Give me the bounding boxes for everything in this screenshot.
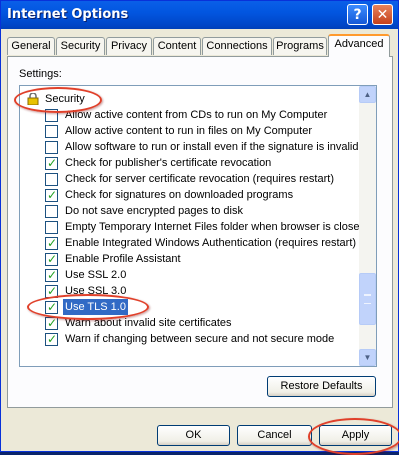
setting-row[interactable]: ✓ Enable Profile Assistant: [20, 251, 358, 267]
setting-label: Enable Integrated Windows Authentication…: [65, 237, 357, 249]
setting-label: Warn if changing between secure and not …: [65, 333, 335, 345]
checkmark-icon: ✓: [47, 156, 58, 170]
title-bar[interactable]: Internet Options ? ✕: [1, 1, 398, 29]
setting-row[interactable]: ✓ Warn about invalid site certificates: [20, 315, 358, 331]
lock-icon: [27, 93, 39, 105]
tab-connections[interactable]: Connections: [202, 37, 272, 55]
checkmark-icon: ✓: [47, 300, 58, 314]
setting-checkbox[interactable]: ✓: [45, 268, 58, 282]
setting-row[interactable]: ✓ Enable Integrated Windows Authenticatio…: [20, 235, 358, 251]
tab-advanced[interactable]: Advanced: [328, 34, 390, 57]
setting-checkbox[interactable]: [45, 221, 58, 234]
scroll-down-button[interactable]: ▼: [359, 349, 376, 366]
setting-row[interactable]: Allow active content to run in files on …: [20, 123, 358, 139]
setting-checkbox[interactable]: [45, 205, 58, 218]
tab-content[interactable]: Content: [153, 37, 201, 55]
setting-checkbox[interactable]: [45, 141, 58, 154]
setting-row[interactable]: ✓ Use TLS 1.0: [20, 299, 358, 315]
vertical-scrollbar[interactable]: ▲ ▼: [359, 86, 376, 366]
arrow-down-icon: ▼: [363, 353, 372, 362]
setting-row[interactable]: Allow active content from CDs to run on …: [20, 107, 358, 123]
setting-checkbox[interactable]: [45, 125, 58, 138]
setting-label: Warn about invalid site certificates: [65, 317, 232, 329]
setting-label: Allow active content to run in files on …: [65, 125, 313, 137]
checkmark-icon: ✓: [47, 236, 58, 250]
setting-label: Enable Profile Assistant: [65, 253, 181, 265]
setting-checkbox[interactable]: ✓: [45, 332, 58, 346]
setting-row[interactable]: ✓ Use SSL 3.0: [20, 283, 358, 299]
scrollbar-thumb[interactable]: [359, 273, 376, 325]
internet-options-dialog: Internet Options ? ✕ General Security Pr…: [0, 0, 399, 455]
help-button[interactable]: ?: [347, 4, 368, 25]
setting-row[interactable]: ✓ Check for signatures on downloaded prog…: [20, 187, 358, 203]
setting-label: Allow active content from CDs to run on …: [65, 109, 328, 121]
setting-label: Use SSL 3.0: [65, 285, 127, 297]
tab-privacy[interactable]: Privacy: [106, 37, 152, 55]
setting-label: Do not save encrypted pages to disk: [65, 205, 243, 217]
setting-checkbox[interactable]: ✓: [45, 156, 58, 170]
setting-label: Check for server certificate revocation …: [65, 173, 334, 185]
checkmark-icon: ✓: [47, 332, 58, 346]
setting-row[interactable]: Allow software to run or install even if…: [20, 139, 358, 155]
setting-row[interactable]: ✓ Warn if changing between secure and not…: [20, 331, 358, 347]
setting-label: Use TLS 1.0: [63, 299, 128, 315]
scroll-up-button[interactable]: ▲: [359, 86, 376, 103]
restore-defaults-button[interactable]: Restore Defaults: [267, 376, 376, 397]
tab-programs[interactable]: Programs: [273, 37, 327, 55]
close-icon: ✕: [376, 6, 389, 23]
setting-row[interactable]: Check for server certificate revocation …: [20, 171, 358, 187]
settings-label: Settings:: [19, 68, 62, 80]
checkmark-icon: ✓: [47, 268, 58, 282]
checkmark-icon: ✓: [47, 316, 58, 330]
setting-checkbox[interactable]: ✓: [45, 316, 58, 330]
close-button[interactable]: ✕: [372, 4, 393, 25]
tab-general[interactable]: General: [7, 37, 55, 55]
category-label: Security: [45, 93, 85, 105]
setting-row[interactable]: ✓ Check for publisher's certificate revoc…: [20, 155, 358, 171]
setting-checkbox[interactable]: ✓: [45, 284, 58, 298]
apply-button[interactable]: Apply: [319, 425, 392, 446]
setting-row[interactable]: ✓ Use SSL 2.0: [20, 267, 358, 283]
setting-label: Check for publisher's certificate revoca…: [65, 157, 272, 169]
setting-checkbox[interactable]: [45, 173, 58, 186]
setting-checkbox[interactable]: ✓: [45, 252, 58, 266]
checkmark-icon: ✓: [47, 188, 58, 202]
checkmark-icon: ✓: [47, 284, 58, 298]
ok-button[interactable]: OK: [157, 425, 230, 446]
arrow-up-icon: ▲: [363, 90, 372, 99]
setting-checkbox[interactable]: [45, 109, 58, 122]
setting-checkbox[interactable]: ✓: [45, 300, 58, 314]
setting-label: Use SSL 2.0: [65, 269, 127, 281]
setting-row[interactable]: Do not save encrypted pages to disk: [20, 203, 358, 219]
settings-list[interactable]: Security Allow active content from CDs t…: [19, 85, 377, 367]
question-mark-icon: ?: [353, 6, 362, 23]
setting-label: Allow software to run or install even if…: [65, 141, 359, 153]
category-security: Security: [20, 91, 358, 107]
setting-row[interactable]: Empty Temporary Internet Files folder wh…: [20, 219, 366, 235]
window-title: Internet Options: [7, 7, 129, 22]
setting-checkbox[interactable]: ✓: [45, 236, 58, 250]
cancel-button[interactable]: Cancel: [237, 425, 312, 446]
setting-label: Check for signatures on downloaded progr…: [65, 189, 294, 201]
setting-checkbox[interactable]: ✓: [45, 188, 58, 202]
checkmark-icon: ✓: [47, 252, 58, 266]
tab-security[interactable]: Security: [56, 37, 105, 55]
setting-label: Empty Temporary Internet Files folder wh…: [65, 221, 366, 233]
